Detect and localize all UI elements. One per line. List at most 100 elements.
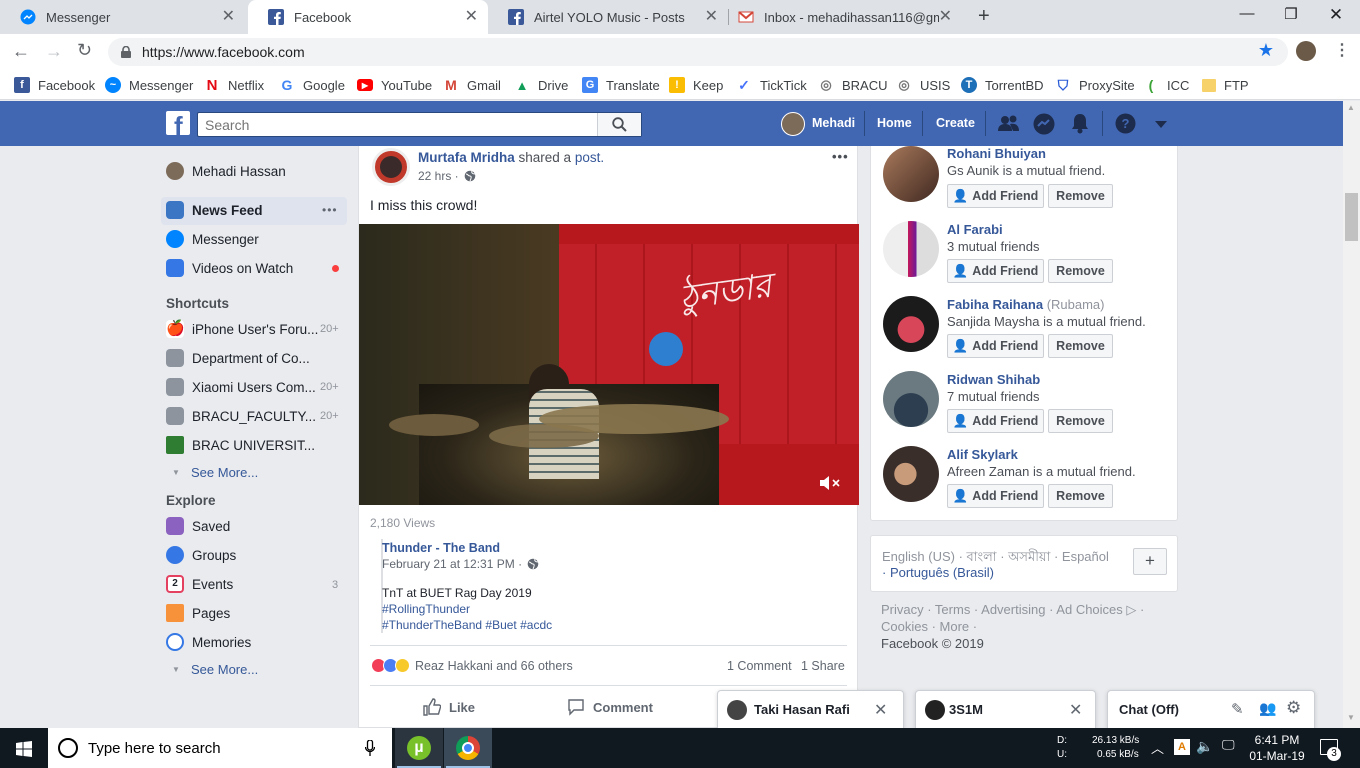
- sidebar-item-pages[interactable]: Pages: [166, 603, 230, 623]
- video-player[interactable]: ঠুনডার: [359, 224, 859, 505]
- clock-date[interactable]: 01-Mar-19: [1247, 749, 1307, 763]
- bookmark-translate[interactable]: G Translate: [582, 75, 660, 95]
- bookmark-netflix[interactable]: N Netflix: [204, 75, 265, 95]
- avatar[interactable]: [883, 146, 939, 202]
- profile-avatar[interactable]: [1296, 41, 1316, 61]
- home-link[interactable]: Home: [877, 116, 912, 130]
- close-icon[interactable]: ✕: [1069, 700, 1082, 720]
- bookmark-bracu[interactable]: ◎ BRACU: [818, 75, 887, 95]
- bookmark-facebook[interactable]: f Facebook: [14, 75, 95, 95]
- language-list-more[interactable]: · Português (Brasil): [882, 565, 994, 580]
- taskbar-search[interactable]: Type here to search: [48, 728, 392, 768]
- sidebar-item-shortcut[interactable]: BRACU_FACULTY...: [166, 406, 316, 426]
- remove-button[interactable]: Remove: [1048, 484, 1113, 508]
- chevron-up-icon[interactable]: ︿: [1151, 738, 1164, 757]
- notifications-bell-icon[interactable]: [1070, 113, 1090, 134]
- close-tab-icon[interactable]: ✕: [222, 9, 235, 25]
- search-box[interactable]: [197, 112, 642, 137]
- person-name[interactable]: Fabiha Raihana (Rubama): [947, 297, 1105, 312]
- microphone-icon[interactable]: [365, 740, 375, 756]
- gear-icon[interactable]: ⚙: [1286, 698, 1301, 718]
- chat-tab-3s1m[interactable]: 3S1M ✕: [915, 690, 1096, 728]
- sidebar-item-groups[interactable]: Groups: [166, 545, 236, 565]
- friend-requests-icon[interactable]: [998, 115, 1020, 132]
- close-tab-icon[interactable]: ✕: [705, 9, 718, 25]
- person-name[interactable]: Rohani Bhuiyan: [947, 146, 1046, 161]
- bookmark-ticktick[interactable]: ✓ TickTick: [736, 75, 807, 95]
- profile-link[interactable]: Mehadi: [812, 116, 855, 130]
- remove-button[interactable]: Remove: [1048, 259, 1113, 283]
- taskbar-chrome[interactable]: [444, 728, 492, 768]
- add-friend-button[interactable]: 👤 Add Friend: [947, 259, 1044, 283]
- search-button[interactable]: [597, 113, 641, 136]
- tab-facebook[interactable]: Facebook ✕: [248, 0, 488, 34]
- avatar[interactable]: [883, 446, 939, 502]
- sidebar-item-messenger[interactable]: Messenger: [166, 229, 259, 249]
- minimize-icon[interactable]: —: [1232, 5, 1262, 22]
- chat-sidebar-toggle[interactable]: Chat (Off) ✎ 👥 ⚙: [1107, 690, 1315, 728]
- taskbar-utorrent[interactable]: µ: [395, 728, 443, 768]
- chrome-menu-icon[interactable]: ⋮: [1334, 40, 1350, 60]
- sidebar-item-saved[interactable]: Saved: [166, 516, 230, 536]
- sidebar-item-shortcut[interactable]: 🍎 iPhone User's Foru...: [166, 319, 318, 339]
- add-language-button[interactable]: +: [1133, 548, 1167, 575]
- see-more-shortcuts[interactable]: See More...: [191, 465, 258, 480]
- messenger-icon[interactable]: [1033, 113, 1055, 135]
- hashtag-link[interactable]: #RollingThunder: [382, 602, 470, 616]
- chevron-down-icon[interactable]: [1155, 121, 1167, 128]
- sidebar-item-watch[interactable]: Videos on Watch: [166, 258, 293, 278]
- facebook-logo[interactable]: f: [166, 111, 190, 135]
- sidebar-item-shortcut[interactable]: Xiaomi Users Com...: [166, 377, 316, 397]
- bookmark-google[interactable]: G Google: [279, 75, 345, 95]
- scrollbar-thumb[interactable]: [1345, 193, 1358, 241]
- bookmark-usis[interactable]: ◎ USIS: [896, 75, 950, 95]
- sidebar-item-news-feed-label[interactable]: News Feed: [166, 200, 263, 220]
- footer-links[interactable]: Privacy · Terms · Advertising · Ad Choic…: [881, 602, 1144, 618]
- person-name[interactable]: Ridwan Shihab: [947, 372, 1040, 387]
- bookmark-icc[interactable]: (ICC: [1143, 75, 1190, 95]
- shared-page-name[interactable]: Thunder - The Band: [382, 541, 500, 555]
- post-author[interactable]: Murtafa Mridha: [418, 150, 515, 165]
- chat-tab-taki[interactable]: Taki Hasan Rafi ✕: [717, 690, 904, 728]
- shared-timestamp[interactable]: February 21 at 12:31 PM ·: [382, 557, 539, 571]
- footer-links-2[interactable]: Cookies · More ·: [881, 619, 977, 634]
- network-icon[interactable]: 🖵: [1222, 737, 1235, 753]
- see-more-explore[interactable]: See More...: [191, 662, 258, 677]
- new-tab-button[interactable]: +: [978, 5, 990, 28]
- bookmark-gmail[interactable]: M Gmail: [443, 75, 501, 95]
- bookmark-keep[interactable]: ! Keep: [669, 75, 723, 95]
- new-message-icon[interactable]: ✎: [1231, 700, 1244, 718]
- sidebar-item-memories[interactable]: Memories: [166, 632, 251, 652]
- search-input[interactable]: [198, 113, 598, 136]
- person-name[interactable]: Al Farabi: [947, 222, 1003, 237]
- avatar[interactable]: [781, 112, 805, 136]
- add-friend-button[interactable]: 👤 Add Friend: [947, 334, 1044, 358]
- keyboard-language-icon[interactable]: A: [1174, 739, 1190, 755]
- sidebar-profile[interactable]: Mehadi Hassan: [166, 161, 286, 181]
- restore-icon[interactable]: ❐: [1276, 5, 1306, 23]
- bookmark-ftp[interactable]: FTP: [1202, 75, 1249, 95]
- remove-button[interactable]: Remove: [1048, 184, 1113, 208]
- avatar[interactable]: [883, 221, 939, 277]
- close-window-icon[interactable]: ✕: [1321, 5, 1351, 25]
- sidebar-item-events[interactable]: 2 Events: [166, 574, 233, 594]
- hashtag-link[interactable]: #ThunderTheBand #Buet #acdc: [382, 618, 552, 632]
- remove-button[interactable]: Remove: [1048, 409, 1113, 433]
- post-link[interactable]: post.: [575, 150, 604, 165]
- clock-time[interactable]: 6:41 PM: [1252, 733, 1302, 747]
- close-icon[interactable]: ✕: [874, 700, 887, 720]
- tab-airtel-yolo[interactable]: Airtel YOLO Music - Posts ✕: [488, 0, 728, 34]
- comment-count[interactable]: 1 Comment: [727, 659, 792, 673]
- add-friend-button[interactable]: 👤 Add Friend: [947, 184, 1044, 208]
- avatar[interactable]: [883, 371, 939, 427]
- sidebar-item-shortcut[interactable]: BRAC UNIVERSIT...: [166, 435, 315, 455]
- mute-icon[interactable]: [819, 474, 841, 492]
- post-options-icon[interactable]: •••: [832, 149, 849, 164]
- comment-button[interactable]: Comment: [567, 698, 653, 716]
- windows-start-icon[interactable]: [16, 741, 32, 757]
- remove-button[interactable]: Remove: [1048, 334, 1113, 358]
- forward-icon[interactable]: →: [45, 41, 63, 62]
- reload-icon[interactable]: ↻: [77, 40, 92, 61]
- omnibox[interactable]: https://www.facebook.com ★: [108, 38, 1288, 66]
- bookmark-drive[interactable]: ▲ Drive: [514, 75, 569, 95]
